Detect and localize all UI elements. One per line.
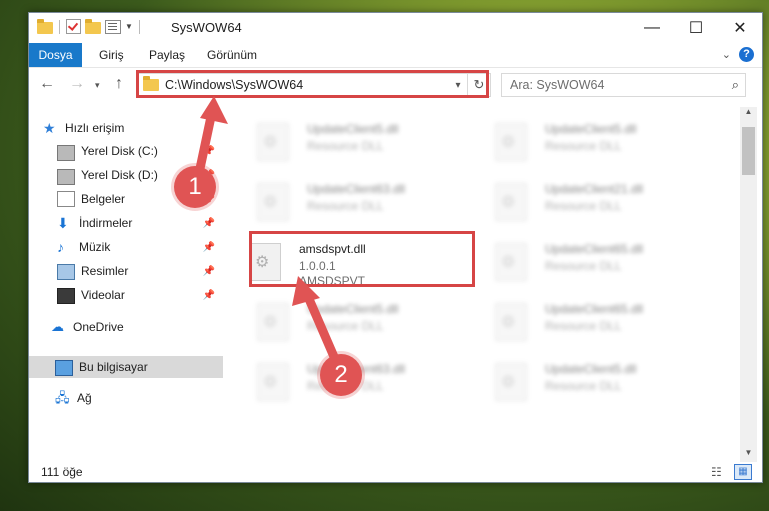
step-1-callout: 1	[174, 166, 216, 208]
arrow-1-head-icon	[200, 96, 228, 124]
tutorial-arrows	[193, 96, 343, 371]
step-2-callout: 2	[320, 354, 362, 396]
arrow-2-head-icon	[292, 276, 320, 306]
